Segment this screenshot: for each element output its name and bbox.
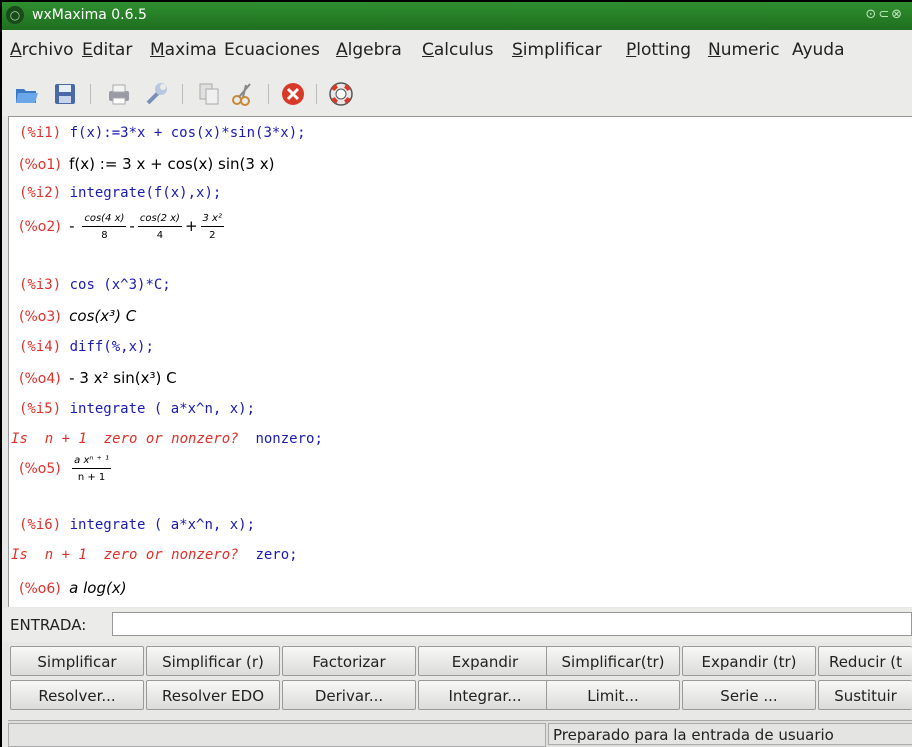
interrupt-icon[interactable] [280,81,306,107]
cell-label: (%i3) [19,277,62,293]
output-cell-o2: (%o2) - cos(4 x) 8- cos(2 x) 4 +3 x² 2 [19,213,224,241]
input-cell-i2[interactable]: (%i2) integrate(f(x),x); [19,185,221,201]
cell-label: (%o2) [19,219,61,235]
entry-input[interactable] [112,612,912,636]
input-cell-i5[interactable]: (%i5) integrate ( a*x^n, x); [19,401,255,417]
cell-input[interactable]: diff(%,x); [70,339,154,355]
resolver-edo-button[interactable]: Resolver EDO [146,680,280,710]
question-answer[interactable]: zero; [255,547,297,563]
simplificar-button[interactable]: Simplificar [10,646,144,676]
cell-label: (%i4) [19,339,62,355]
fraction: cos(4 x) 8 [82,213,127,241]
menu-maxima[interactable]: Maxima [150,40,217,60]
cell-input[interactable]: f(x):=3*x + cos(x)*sin(3*x); [70,125,306,141]
menu-bar: Archivo Editar Maxima Ecuaciones Algebra… [2,30,912,68]
resolver-button[interactable]: Resolver... [10,680,144,710]
toolbar [2,68,912,116]
output-cell-o6: (%o6) a log(x) [19,579,127,597]
output-cell-o4: (%o4) - 3 x² sin(x³) C [19,369,177,387]
menu-algebra[interactable]: Algebra [336,40,402,60]
menu-editar[interactable]: Editar [82,40,132,60]
sustituir-button[interactable]: Sustituir [818,680,912,710]
limit-button[interactable]: Limit... [546,680,680,710]
input-cell-i3[interactable]: (%i3) cos (x^3)*C; [19,277,171,293]
input-cell-i1[interactable]: (%i1) f(x):=3*x + cos(x)*sin(3*x); [19,125,306,141]
output-cell-o5: (%o5) a xⁿ ⁺ ¹n + 1 [19,455,114,483]
status-text: Preparado para la entrada de usuario [548,723,912,745]
title-bar: ○ wxMaxima 0.6.5 ⊙⊂⊗ [2,2,912,30]
config-icon[interactable] [144,81,170,107]
status-bar: Preparado para la entrada de usuario [8,720,912,747]
open-icon[interactable] [14,81,40,107]
help-icon[interactable] [328,81,354,107]
entry-label: ENTRADA: [10,616,87,634]
app-icon: ○ [6,6,24,24]
window-title: wxMaxima 0.6.5 [32,7,147,23]
simplificar-tr-button[interactable]: Simplificar(tr) [546,646,680,676]
cell-label: (%i1) [19,125,62,141]
wxmaxima-window: ○ wxMaxima 0.6.5 ⊙⊂⊗ Archivo Editar Maxi… [2,2,912,747]
derivar-button[interactable]: Derivar... [282,680,416,710]
cell-input[interactable]: integrate ( a*x^n, x); [70,401,255,417]
cell-label: (%o4) [19,371,61,387]
cell-output: f(x) := 3 x + cos(x) sin(3 x) [69,155,275,173]
fraction: cos(2 x) 4 [137,213,182,241]
menu-archivo[interactable]: Archivo [10,40,74,60]
reducir-button[interactable]: Reducir (t [818,646,912,676]
cell-input[interactable]: cos (x^3)*C; [70,277,171,293]
output-cell-o1: (%o1) f(x) := 3 x + cos(x) sin(3 x) [19,155,274,173]
expandir-button[interactable]: Expandir [418,646,552,676]
cell-input[interactable]: integrate(f(x),x); [70,185,222,201]
menu-simplificar[interactable]: Simplificar [512,40,602,60]
cell-output: a log(x) [69,579,127,597]
cut-icon[interactable] [230,81,256,107]
factorizar-button[interactable]: Factorizar [282,646,416,676]
cell-output: - 3 x² sin(x³) C [69,369,177,387]
integrar-button[interactable]: Integrar... [418,680,552,710]
question-prompt: Is n + 1 zero or nonzero? nonzero; [11,431,323,447]
fraction: 3 x² 2 [200,213,224,241]
worksheet[interactable]: (%i1) f(x):=3*x + cos(x)*sin(3*x); (%o1)… [8,116,912,607]
question-answer[interactable]: nonzero; [255,431,322,447]
save-icon[interactable] [52,81,78,107]
status-left-pane [8,723,546,747]
output-cell-o3: (%o3) cos(x³) C [19,307,136,325]
menu-numeric[interactable]: Numeric [708,40,780,60]
print-icon[interactable] [106,81,132,107]
cell-label: (%o5) [19,461,61,477]
menu-plotting[interactable]: Plotting [626,40,691,60]
cell-input[interactable]: integrate ( a*x^n, x); [70,517,255,533]
fraction: a xⁿ ⁺ ¹n + 1 [72,455,111,483]
simplificar-r-button[interactable]: Simplificar (r) [146,646,280,676]
serie-button[interactable]: Serie ... [682,680,816,710]
cell-label: (%o6) [19,581,61,597]
window-controls-icon[interactable]: ⊙⊂⊗ [865,7,904,22]
cell-label: (%i2) [19,185,62,201]
question-prompt: Is n + 1 zero or nonzero? zero; [11,547,298,563]
cell-label: (%i6) [19,517,62,533]
cell-label: (%i5) [19,401,62,417]
cell-label: (%o3) [19,309,61,325]
copy-icon[interactable] [196,81,222,107]
menu-ayuda[interactable]: Ayuda [792,40,845,60]
cell-output: cos(x³) C [69,307,137,325]
input-cell-i4[interactable]: (%i4) diff(%,x); [19,339,154,355]
menu-ecuaciones[interactable]: Ecuaciones [224,40,320,60]
expandir-tr-button[interactable]: Expandir (tr) [682,646,816,676]
menu-calculus[interactable]: Calculus [422,40,494,60]
cell-label: (%o1) [19,157,61,173]
entry-bar: ENTRADA: [2,608,912,642]
input-cell-i6[interactable]: (%i6) integrate ( a*x^n, x); [19,517,255,533]
